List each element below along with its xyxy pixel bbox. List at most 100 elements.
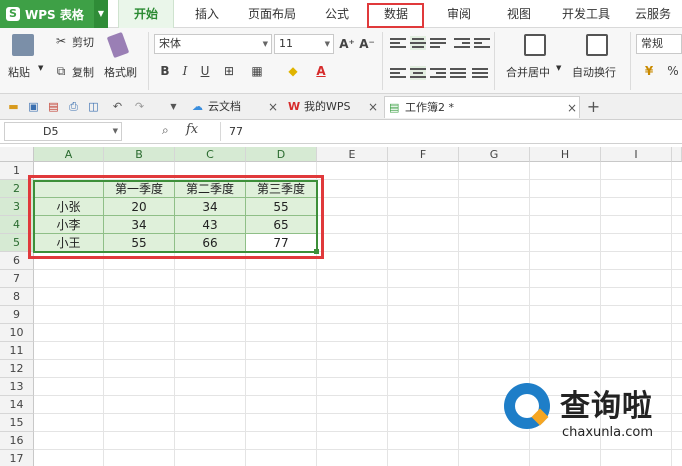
open-folder-icon[interactable]: ▬ (6, 99, 21, 114)
align-bottom-icon[interactable] (430, 36, 446, 50)
doc-tab-my-wps[interactable]: W 我的WPS × (284, 96, 380, 118)
quick-access-bar: ▬ ▣ ▤ ⎙ ◫ ↶ ↷ ▼ ☁ 云文档 × W 我的WPS × ▤ 工作簿2… (0, 94, 682, 120)
tab-view[interactable]: 视图 (496, 0, 542, 28)
tab-page-layout[interactable]: 页面布局 (240, 0, 304, 28)
insert-function-button[interactable]: fx (186, 122, 198, 137)
shrink-font-button[interactable]: A⁻ (358, 35, 376, 53)
column-header-a[interactable]: A (34, 147, 104, 162)
font-size-select[interactable]: 11 ▼ (274, 34, 334, 54)
column-header-b[interactable]: B (104, 147, 175, 162)
justify-icon[interactable] (450, 66, 466, 80)
tab-cloud-service[interactable]: 云服务 (626, 0, 680, 28)
currency-button[interactable]: ¥ (640, 62, 658, 80)
paste-dropdown-icon[interactable]: ▼ (38, 64, 43, 72)
row-header[interactable]: 15 (0, 414, 34, 432)
search-icon[interactable]: ⌕ (162, 123, 176, 137)
chevron-down-icon[interactable]: ▼ (113, 123, 118, 140)
font-name-select[interactable]: 宋体 ▼ (154, 34, 272, 54)
ribbon-separator (382, 32, 383, 90)
column-header-c[interactable]: C (175, 147, 246, 162)
scissors-icon[interactable]: ✂ (52, 32, 70, 50)
format-painter-icon[interactable] (106, 31, 130, 59)
row-header[interactable]: 7 (0, 270, 34, 288)
column-header-e[interactable]: E (317, 147, 388, 162)
redo-icon[interactable]: ↷ (132, 99, 147, 114)
column-header-d[interactable]: D (246, 147, 317, 162)
format-painter-button[interactable]: 格式刷 (104, 64, 137, 80)
cut-button[interactable]: 剪切 (72, 34, 94, 50)
paste-icon[interactable] (12, 34, 34, 56)
decrease-indent-icon[interactable] (454, 36, 470, 50)
fill-pattern-icon[interactable]: ▦ (248, 62, 266, 80)
chevron-down-icon[interactable]: ▼ (94, 0, 108, 28)
paste-button[interactable]: 粘贴 (8, 64, 30, 80)
row-header[interactable]: 11 (0, 342, 34, 360)
print-preview-icon[interactable]: ◫ (86, 99, 101, 114)
wps-icon: W (288, 100, 301, 113)
align-top-icon[interactable] (390, 36, 406, 50)
font-color-button[interactable]: A (312, 62, 330, 80)
row-header[interactable]: 17 (0, 450, 34, 466)
customize-toolbar-icon[interactable]: ▼ (166, 99, 181, 114)
distribute-icon[interactable] (472, 66, 488, 80)
tab-review[interactable]: 审阅 (436, 0, 482, 28)
close-icon[interactable]: × (368, 96, 378, 118)
column-header-h[interactable]: H (530, 147, 601, 162)
copy-icon[interactable]: ⧉ (52, 62, 70, 80)
merge-center-button[interactable]: 合并居中 (506, 64, 550, 80)
align-middle-icon[interactable] (410, 36, 426, 50)
bold-button[interactable]: B (156, 62, 174, 80)
row-header[interactable]: 12 (0, 360, 34, 378)
column-header-g[interactable]: G (459, 147, 530, 162)
select-all-corner[interactable] (0, 147, 34, 162)
number-format-value: 常规 (641, 37, 663, 50)
grid-line (387, 162, 388, 466)
new-tab-icon[interactable]: + (586, 99, 601, 115)
export-pdf-icon[interactable]: ▤ (46, 99, 61, 114)
name-box[interactable]: D5 ▼ (4, 122, 122, 141)
column-header-f[interactable]: F (388, 147, 459, 162)
chevron-down-icon[interactable]: ▼ (556, 64, 561, 72)
column-header-i[interactable]: I (601, 147, 672, 162)
increase-indent-icon[interactable] (474, 36, 490, 50)
close-icon[interactable]: × (268, 96, 278, 118)
undo-icon[interactable]: ↶ (110, 99, 125, 114)
grid-line (458, 162, 459, 466)
tab-formulas[interactable]: 公式 (314, 0, 360, 28)
font-name-value: 宋体 (159, 37, 181, 50)
merge-center-icon[interactable] (524, 34, 546, 56)
doc-tab-label: 我的WPS (304, 100, 351, 113)
ribbon-toolbar: 粘贴 ▼ ✂ 剪切 ⧉ 复制 格式刷 宋体 ▼ 11 ▼ A⁺ A⁻ B I U… (0, 28, 682, 94)
wrap-text-icon[interactable] (586, 34, 608, 56)
borders-icon[interactable]: ⊞ (220, 62, 238, 80)
align-right-icon[interactable] (430, 66, 446, 80)
formula-input[interactable]: 77 (220, 122, 680, 141)
grow-font-button[interactable]: A⁺ (338, 35, 356, 53)
row-header[interactable]: 10 (0, 324, 34, 342)
align-left-icon[interactable] (390, 66, 406, 80)
number-format-select[interactable]: 常规 (636, 34, 682, 54)
row-header[interactable]: 14 (0, 396, 34, 414)
percent-button[interactable]: % (664, 62, 682, 80)
tab-home[interactable]: 开始 (118, 0, 174, 28)
row-header[interactable]: 8 (0, 288, 34, 306)
fill-color-icon[interactable]: ◆ (284, 62, 302, 80)
tab-insert[interactable]: 插入 (184, 0, 230, 28)
print-icon[interactable]: ⎙ (66, 99, 81, 114)
doc-tab-cloud[interactable]: ☁ 云文档 × (188, 96, 280, 118)
copy-button[interactable]: 复制 (72, 64, 94, 80)
close-icon[interactable]: × (567, 97, 577, 119)
row-header[interactable]: 13 (0, 378, 34, 396)
app-menu-button[interactable]: S WPS 表格 ▼ (0, 0, 108, 28)
grid-line (34, 305, 682, 306)
wrap-text-button[interactable]: 自动换行 (572, 64, 616, 80)
doc-tab-workbook[interactable]: ▤ 工作簿2 * × (384, 96, 580, 118)
menu-bar: S WPS 表格 ▼ 开始 插入 页面布局 公式 数据 审阅 视图 开发工具 云… (0, 0, 682, 28)
underline-button[interactable]: U (196, 62, 214, 80)
align-center-icon[interactable] (410, 66, 426, 80)
row-header[interactable]: 9 (0, 306, 34, 324)
save-icon[interactable]: ▣ (26, 99, 41, 114)
tab-developer[interactable]: 开发工具 (556, 0, 616, 28)
row-header[interactable]: 16 (0, 432, 34, 450)
italic-button[interactable]: I (176, 62, 194, 80)
